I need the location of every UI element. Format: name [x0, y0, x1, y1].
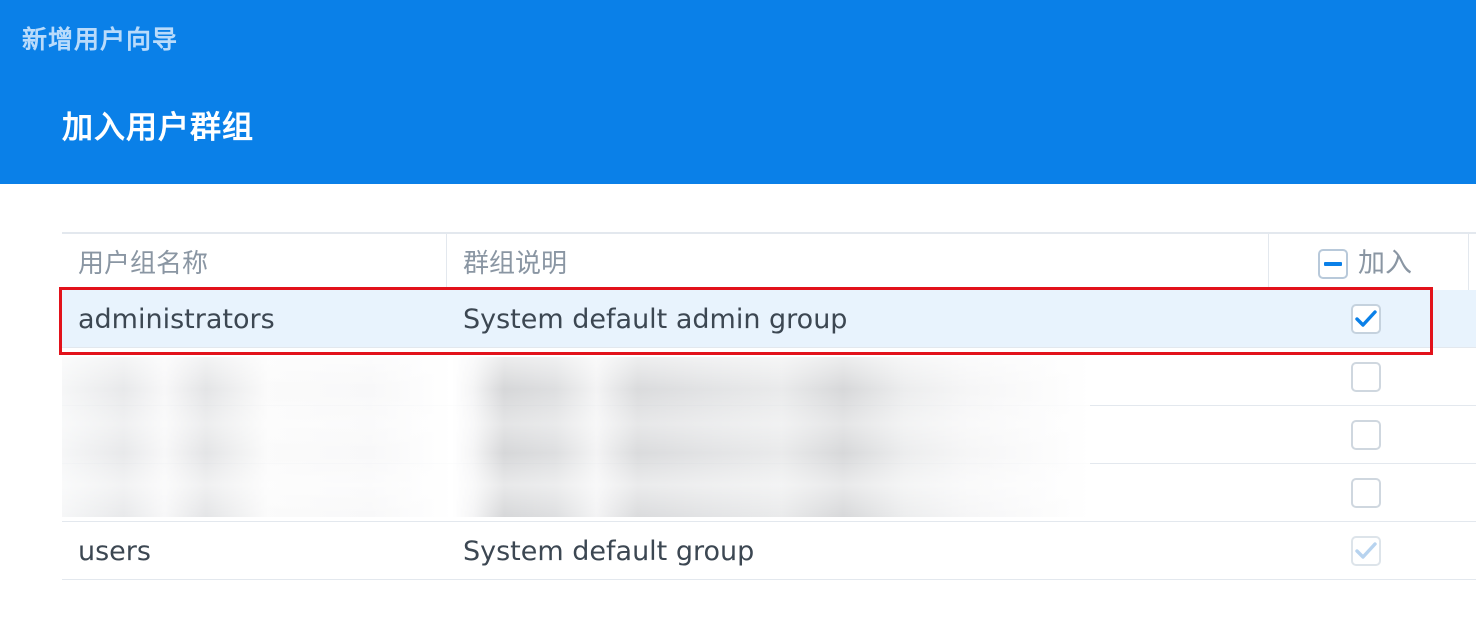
join-checkbox[interactable] — [1351, 478, 1381, 508]
table-header: 用户组名称 群组说明 加入 — [62, 232, 1476, 291]
column-header-name[interactable]: 用户组名称 — [78, 234, 208, 290]
minus-icon — [1324, 262, 1342, 266]
column-header-join: 加入 — [1318, 248, 1412, 280]
check-icon — [1355, 542, 1377, 559]
join-checkbox[interactable] — [1351, 362, 1381, 392]
wizard-header: 新增用户向导 加入用户群组 — [0, 0, 1476, 184]
join-checkbox-disabled — [1351, 536, 1381, 566]
group-name: users — [78, 536, 151, 567]
group-description: System default group — [463, 536, 755, 567]
table-row-users[interactable]: users System default group — [62, 522, 1476, 580]
join-checkbox[interactable] — [1351, 420, 1381, 450]
column-divider — [1468, 234, 1469, 290]
wizard-title: 新增用户向导 — [22, 25, 179, 54]
column-header-description[interactable]: 群组说明 — [463, 234, 567, 290]
select-all-checkbox[interactable] — [1318, 249, 1348, 279]
group-table: 用户组名称 群组说明 加入 administrators System defa… — [62, 232, 1476, 580]
step-title: 加入用户群组 — [62, 110, 254, 146]
column-divider — [446, 234, 447, 290]
highlight-annotation — [59, 287, 1433, 355]
join-column-label: 加入 — [1358, 248, 1412, 279]
redacted-area-overlay — [62, 357, 1090, 517]
column-divider — [1268, 234, 1269, 290]
